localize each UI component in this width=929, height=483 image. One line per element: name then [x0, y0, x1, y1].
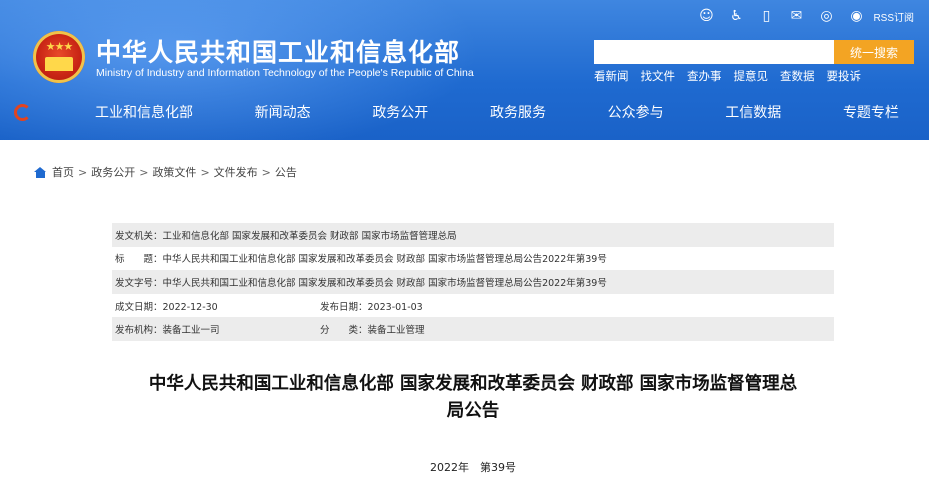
document-number: 2022年 第39号 — [430, 461, 516, 474]
meta-org: 发布机构：装备工业一司 — [115, 322, 320, 336]
nav-e-logo-icon[interactable] — [0, 103, 45, 121]
meta-row-issuer: 发文机关： 工业和信息化部 国家发展和改革委员会 财政部 国家市场监督管理总局 — [112, 223, 834, 247]
meta-value: 中华人民共和国工业和信息化部 国家发展和改革委员会 财政部 国家市场监督管理总局… — [162, 254, 607, 266]
meta-label: 发文机关： — [115, 230, 163, 242]
breadcrumb-separator: > — [78, 165, 88, 179]
meta-value: 中华人民共和国工业和信息化部 国家发展和改革委员会 财政部 国家市场监督管理总局… — [162, 277, 607, 289]
meta-value: 2023-01-03 — [367, 301, 423, 313]
breadcrumb-separator: > — [139, 165, 149, 179]
emblem-gate — [45, 57, 73, 71]
breadcrumb-separator: > — [200, 165, 210, 179]
meta-label: 标 题： — [115, 254, 163, 266]
nav-item-gov-affairs[interactable]: 政务公开 — [372, 102, 428, 122]
meta-row-title: 标 题： 中华人民共和国工业和信息化部 国家发展和改革委员会 财政部 国家市场监… — [112, 247, 834, 271]
search-input[interactable] — [594, 40, 834, 64]
meta-row-org: 发布机构：装备工业一司 分 类：装备工业管理 — [112, 317, 834, 341]
meta-label: 发文字号： — [115, 277, 163, 289]
nav-item-participation[interactable]: 公众参与 — [608, 102, 664, 122]
quick-link-services[interactable]: 查办事 — [687, 68, 722, 84]
meta-written-date: 成文日期：2022-12-30 — [115, 299, 320, 313]
breadcrumb-separator: > — [261, 165, 271, 179]
site-title[interactable]: 中华人民共和国工业和信息化部 — [96, 33, 460, 69]
quick-links: 看新闻 找文件 查办事 提意见 查数据 要投诉 — [594, 68, 873, 84]
national-emblem-logo[interactable]: ★★★ — [33, 31, 85, 83]
meta-label: 分 类： — [320, 325, 368, 337]
meta-row-docno: 发文字号： 中华人民共和国工业和信息化部 国家发展和改革委员会 财政部 国家市场… — [112, 270, 834, 294]
quick-link-complaint[interactable]: 要投诉 — [827, 68, 862, 84]
meta-published-date: 发布日期：2023-01-03 — [320, 299, 423, 313]
meta-category: 分 类：装备工业管理 — [320, 322, 425, 336]
breadcrumb-gov-affairs[interactable]: 政务公开 — [91, 164, 135, 180]
breadcrumb-announcement[interactable]: 公告 — [275, 164, 297, 180]
site-header: ★★★ 中华人民共和国工业和信息化部 Ministry of Industry … — [0, 0, 929, 140]
nav-item-topics[interactable]: 专题专栏 — [843, 102, 899, 122]
document-meta-table: 发文机关： 工业和信息化部 国家发展和改革委员会 财政部 国家市场监督管理总局 … — [112, 223, 834, 341]
meta-label: 发布日期： — [320, 301, 368, 313]
mobile-icon[interactable]: ▯ — [751, 6, 781, 26]
quick-link-news[interactable]: 看新闻 — [594, 68, 629, 84]
quick-link-feedback[interactable]: 提意见 — [734, 68, 769, 84]
site-subtitle: Ministry of Industry and Information Tec… — [96, 67, 474, 79]
meta-value: 工业和信息化部 国家发展和改革委员会 财政部 国家市场监督管理总局 — [162, 230, 457, 242]
search-button[interactable]: 统一搜索 — [834, 40, 914, 64]
nav-item-news[interactable]: 新闻动态 — [255, 102, 311, 122]
rss-link[interactable]: RSS订阅 — [873, 9, 914, 24]
search-bar: 统一搜索 — [594, 40, 914, 64]
elderly-mode-icon[interactable]: ☺ — [691, 6, 721, 26]
document-title: 中华人民共和国工业和信息化部 国家发展和改革委员会 财政部 国家市场监督管理总 … — [112, 371, 834, 425]
meta-value: 装备工业管理 — [367, 325, 425, 337]
breadcrumb: 首页 > 政务公开 > 政策文件 > 文件发布 > 公告 — [34, 164, 297, 180]
meta-row-dates: 成文日期：2022-12-30 发布日期：2023-01-03 — [112, 294, 834, 318]
main-nav: 工业和信息化部 新闻动态 政务公开 政务服务 公众参与 工信数据 专题专栏 — [0, 94, 929, 130]
breadcrumb-file-release[interactable]: 文件发布 — [214, 164, 258, 180]
nav-item-data[interactable]: 工信数据 — [725, 102, 781, 122]
meta-label: 成文日期： — [115, 301, 163, 313]
nav-item-gov-services[interactable]: 政务服务 — [490, 102, 546, 122]
accessibility-icon[interactable]: ♿ — [721, 6, 751, 26]
home-icon[interactable] — [34, 166, 47, 178]
mail-icon[interactable]: ✉ — [781, 6, 811, 26]
breadcrumb-home[interactable]: 首页 — [52, 164, 74, 180]
breadcrumb-policy-files[interactable]: 政策文件 — [152, 164, 196, 180]
top-icon-bar: ☺ ♿ ▯ ✉ ◎ ◉ RSS订阅 — [691, 6, 914, 26]
quick-link-data[interactable]: 查数据 — [780, 68, 815, 84]
emblem-stars: ★★★ — [45, 40, 74, 53]
document-title-line: 中华人民共和国工业和信息化部 国家发展和改革委员会 财政部 国家市场监督管理总 — [148, 374, 798, 394]
weibo-icon[interactable]: ◉ — [841, 6, 871, 26]
wechat-icon[interactable]: ◎ — [811, 6, 841, 26]
quick-link-files[interactable]: 找文件 — [641, 68, 676, 84]
document-title-line: 局公告 — [446, 401, 500, 421]
meta-label: 发布机构： — [115, 325, 163, 337]
nav-item-ministry[interactable]: 工业和信息化部 — [95, 102, 193, 122]
meta-value: 2022-12-30 — [162, 301, 218, 313]
meta-value: 装备工业一司 — [162, 325, 220, 337]
